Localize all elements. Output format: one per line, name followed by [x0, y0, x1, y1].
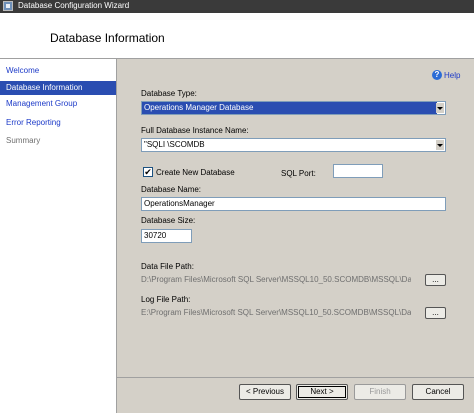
- log-file-path-label: Log File Path:: [141, 295, 191, 304]
- sidebar-item-management-group[interactable]: Management Group: [0, 97, 116, 111]
- instance-name-select[interactable]: "SQLI \SCOMDB: [141, 138, 446, 152]
- wizard-sidebar: Welcome Database Information Management …: [0, 59, 117, 413]
- database-type-label: Database Type:: [141, 89, 197, 98]
- window-title: Database Configuration Wizard: [18, 1, 130, 10]
- instance-name-label: Full Database Instance Name:: [141, 126, 249, 135]
- database-size-label: Database Size:: [141, 216, 196, 225]
- next-button[interactable]: Next >: [296, 384, 348, 400]
- title-bar: Database Configuration Wizard: [0, 0, 474, 13]
- log-file-path-browse-button[interactable]: ...: [425, 307, 446, 319]
- footer-divider: [117, 377, 474, 378]
- sql-port-label: SQL Port:: [281, 169, 316, 178]
- sql-port-field[interactable]: [333, 164, 383, 178]
- help-link[interactable]: Help: [444, 71, 460, 80]
- chevron-down-icon[interactable]: [436, 140, 444, 150]
- instance-name-value: "SQLI \SCOMDB: [144, 140, 205, 149]
- database-name-label: Database Name:: [141, 185, 202, 194]
- data-file-path-label: Data File Path:: [141, 262, 194, 271]
- wizard-header: Database Information: [0, 13, 474, 59]
- app-icon: [3, 1, 13, 11]
- log-file-path-value: E:\Program Files\Microsoft SQL Server\MS…: [141, 308, 411, 317]
- sidebar-item-error-reporting[interactable]: Error Reporting: [0, 116, 116, 130]
- previous-button[interactable]: < Previous: [239, 384, 291, 400]
- finish-button: Finish: [354, 384, 406, 400]
- cancel-button[interactable]: Cancel: [412, 384, 464, 400]
- chevron-down-icon[interactable]: [436, 103, 444, 113]
- data-file-path-browse-button[interactable]: ...: [425, 274, 446, 286]
- create-new-database-checkbox[interactable]: ✔: [143, 167, 153, 177]
- create-new-database-label[interactable]: Create New Database: [156, 168, 235, 177]
- sidebar-item-database-information[interactable]: Database Information: [0, 81, 116, 95]
- page-title: Database Information: [50, 31, 165, 45]
- database-type-select[interactable]: Operations Manager Database: [141, 101, 446, 115]
- sidebar-item-summary: Summary: [6, 136, 41, 145]
- sidebar-item-welcome[interactable]: Welcome: [0, 64, 116, 78]
- data-file-path-value: D:\Program Files\Microsoft SQL Server\MS…: [141, 275, 411, 284]
- database-name-field[interactable]: OperationsManager: [141, 197, 446, 211]
- help-icon[interactable]: ?: [432, 70, 442, 80]
- database-type-value: Operations Manager Database: [142, 102, 437, 114]
- database-size-field[interactable]: 30720: [141, 229, 192, 243]
